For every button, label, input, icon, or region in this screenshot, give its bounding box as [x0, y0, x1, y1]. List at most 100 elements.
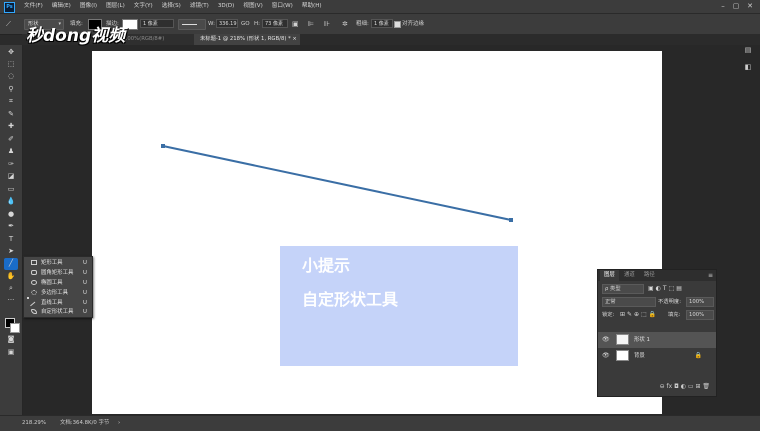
eraser-tool-icon[interactable]: ◪ [5, 171, 17, 181]
flyout-item-rounded-rectangle[interactable]: 圆角矩形工具 U [24, 268, 92, 278]
lock-row: 锁定: ⊞✎⊕⬚🔒 填充: 100% [598, 310, 716, 320]
status-bar: 218.29% 文档:364.8K/0 字节 › [0, 415, 760, 431]
menu-item[interactable]: 图层(L) [106, 0, 125, 13]
line-tool-icon[interactable]: ╱ [4, 258, 18, 270]
marquee-tool-icon[interactable]: ⬚ [5, 59, 17, 69]
height-field[interactable]: 73 像素 [262, 19, 288, 28]
align-edges-label: 对齐边缘 [402, 21, 425, 27]
fill-field[interactable]: 100% [686, 310, 714, 320]
adjustments-panel-icon[interactable]: ◧ [741, 62, 755, 73]
history-brush-tool-icon[interactable]: ✑ [5, 159, 17, 169]
quick-select-tool-icon[interactable]: ⚲ [5, 84, 17, 94]
photoshop-logo[interactable]: Ps [4, 2, 15, 13]
opacity-field[interactable]: 100% [686, 297, 714, 307]
blur-tool-icon[interactable]: 💧 [5, 196, 17, 206]
weight-field[interactable]: 1 像素 [371, 19, 393, 28]
flyout-label: 圆角矩形工具 [41, 270, 74, 276]
dodge-tool-icon[interactable]: ● [5, 209, 17, 219]
layer-row-background[interactable]: 👁 背景 🔒 [598, 348, 716, 364]
chevron-right-icon[interactable]: › [118, 416, 120, 431]
flyout-shortcut: U [83, 280, 87, 286]
menu-item[interactable]: 选择(S) [162, 0, 181, 13]
tab-document-1[interactable]: 100%(RGB/8#) [118, 34, 194, 45]
blend-row: 正常 不透明度: 100% [598, 297, 716, 307]
rounded-rectangle-icon [31, 270, 37, 275]
layer-name: 形状 1 [634, 337, 650, 343]
layer-kind-dropdown[interactable]: ρ 类型 [602, 284, 644, 294]
hand-tool-icon[interactable]: ✋ [5, 271, 17, 281]
menu-item[interactable]: 帮助(H) [302, 0, 322, 13]
stroke-type-dropdown[interactable] [178, 19, 206, 30]
flyout-item-ellipse[interactable]: 椭圆工具 U [24, 278, 92, 288]
screen-mode-icon[interactable]: ▣ [5, 347, 17, 357]
opacity-value: 100% [689, 299, 705, 305]
path-operations-icon[interactable]: ▣ [292, 14, 299, 34]
menu-item[interactable]: 窗口(W) [272, 0, 293, 13]
flyout-item-rectangle[interactable]: 矩形工具 U [24, 258, 92, 268]
stroke-width-field[interactable]: 1 像素 [140, 19, 174, 28]
path-alignment-icon[interactable]: ⊫ [308, 14, 314, 34]
menu-item[interactable]: 文字(Y) [134, 0, 153, 13]
lock-icons[interactable]: ⊞✎⊕⬚🔒 [620, 310, 658, 320]
stroke-line-icon [182, 24, 197, 25]
flyout-item-custom-shape[interactable]: 自定形状工具 U [24, 307, 92, 317]
eye-icon[interactable]: 👁 [602, 337, 610, 343]
zoom-level[interactable]: 218.29% [22, 416, 46, 431]
gradient-tool-icon[interactable]: ▭ [5, 184, 17, 194]
healing-brush-tool-icon[interactable]: ✚ [5, 121, 17, 131]
menu-items: 文件(F) 编辑(E) 图像(I) 图层(L) 文字(Y) 选择(S) 滤镜(T) 3D(D)… [24, 0, 331, 13]
flyout-shortcut: U [83, 270, 87, 276]
menu-item[interactable]: 文件(F) [24, 0, 43, 13]
tab-label: 未标题-1 @ 218% (形状 1, RGB/8) * [200, 36, 291, 42]
tip-text: 自定形状工具 [302, 290, 399, 309]
move-tool-icon[interactable]: ✥ [5, 47, 17, 57]
type-tool-icon[interactable]: T [5, 234, 17, 244]
link-icon[interactable]: GO [241, 14, 250, 34]
maximize-icon[interactable]: ▢ [731, 1, 741, 11]
weight-value: 1 像素 [374, 21, 389, 27]
gear-icon[interactable]: ✲ [342, 14, 348, 34]
pen-tool-icon[interactable]: ⟋ [6, 14, 11, 34]
tab-document-2[interactable]: 未标题-1 @ 218% (形状 1, RGB/8) * × [194, 34, 300, 45]
more-tools-icon[interactable]: ··· [5, 295, 17, 305]
layers-panel: 图层 通道 路径 ≡ ρ 类型 ▣◐T⬚▤ 正常 不透明度: 100% 锁定: … [597, 269, 717, 397]
width-field[interactable]: 336.19 [216, 19, 238, 28]
brush-tool-icon[interactable]: ✐ [5, 134, 17, 144]
fill-value: 100% [689, 312, 705, 318]
blend-mode-dropdown[interactable]: 正常 [602, 297, 656, 307]
tab-layers[interactable]: 图层 [600, 270, 619, 281]
lasso-tool-icon[interactable]: ◌ [5, 71, 17, 81]
layer-row-shape[interactable]: 👁 形状 1 [598, 332, 716, 348]
tab-channels[interactable]: 通道 [620, 270, 639, 281]
minimize-icon[interactable]: – [718, 1, 728, 11]
crop-tool-icon[interactable]: ⌗ [5, 96, 17, 106]
watermark-logo: 秒dong视频 [26, 26, 126, 46]
menu-item[interactable]: 滤镜(T) [190, 0, 209, 13]
flyout-label: 多边形工具 [41, 290, 68, 296]
clone-stamp-tool-icon[interactable]: ♟ [5, 146, 17, 156]
eye-icon[interactable]: 👁 [602, 353, 610, 359]
menu-item[interactable]: 视图(V) [243, 0, 262, 13]
path-selection-tool-icon[interactable]: ➤ [5, 246, 17, 256]
flyout-item-polygon[interactable]: 多边形工具 U [24, 288, 92, 298]
tab-paths[interactable]: 路径 [640, 270, 659, 281]
pen-tool-icon[interactable]: ✒ [5, 221, 17, 231]
close-icon[interactable]: ✕ [745, 1, 755, 11]
h-label: H: [254, 21, 260, 27]
background-color-swatch[interactable] [10, 323, 20, 333]
quick-mask-icon[interactable]: ◙ [5, 334, 17, 344]
tab-close-icon[interactable]: × [292, 36, 296, 42]
panel-menu-icon[interactable]: ≡ [708, 270, 713, 281]
menu-item[interactable]: 3D(D) [218, 0, 235, 13]
eyedropper-tool-icon[interactable]: ✎ [5, 109, 17, 119]
layer-actions-bar[interactable]: ⊖ fx ◘ ◐ ▭ ⊞ 🗑 [598, 380, 716, 394]
menu-item[interactable]: 图像(I) [80, 0, 97, 13]
document-size: 文档:364.8K/0 字节 [60, 420, 110, 426]
path-arrangement-icon[interactable]: ⊪ [324, 14, 330, 34]
filter-icons[interactable]: ▣◐T⬚▤ [648, 284, 684, 294]
align-edges-checkbox[interactable] [394, 21, 401, 28]
history-panel-icon[interactable]: ▤ [741, 45, 755, 56]
zoom-tool-icon[interactable]: ⌕ [5, 283, 17, 293]
flyout-shortcut: U [83, 260, 87, 266]
menu-item[interactable]: 编辑(E) [52, 0, 71, 13]
